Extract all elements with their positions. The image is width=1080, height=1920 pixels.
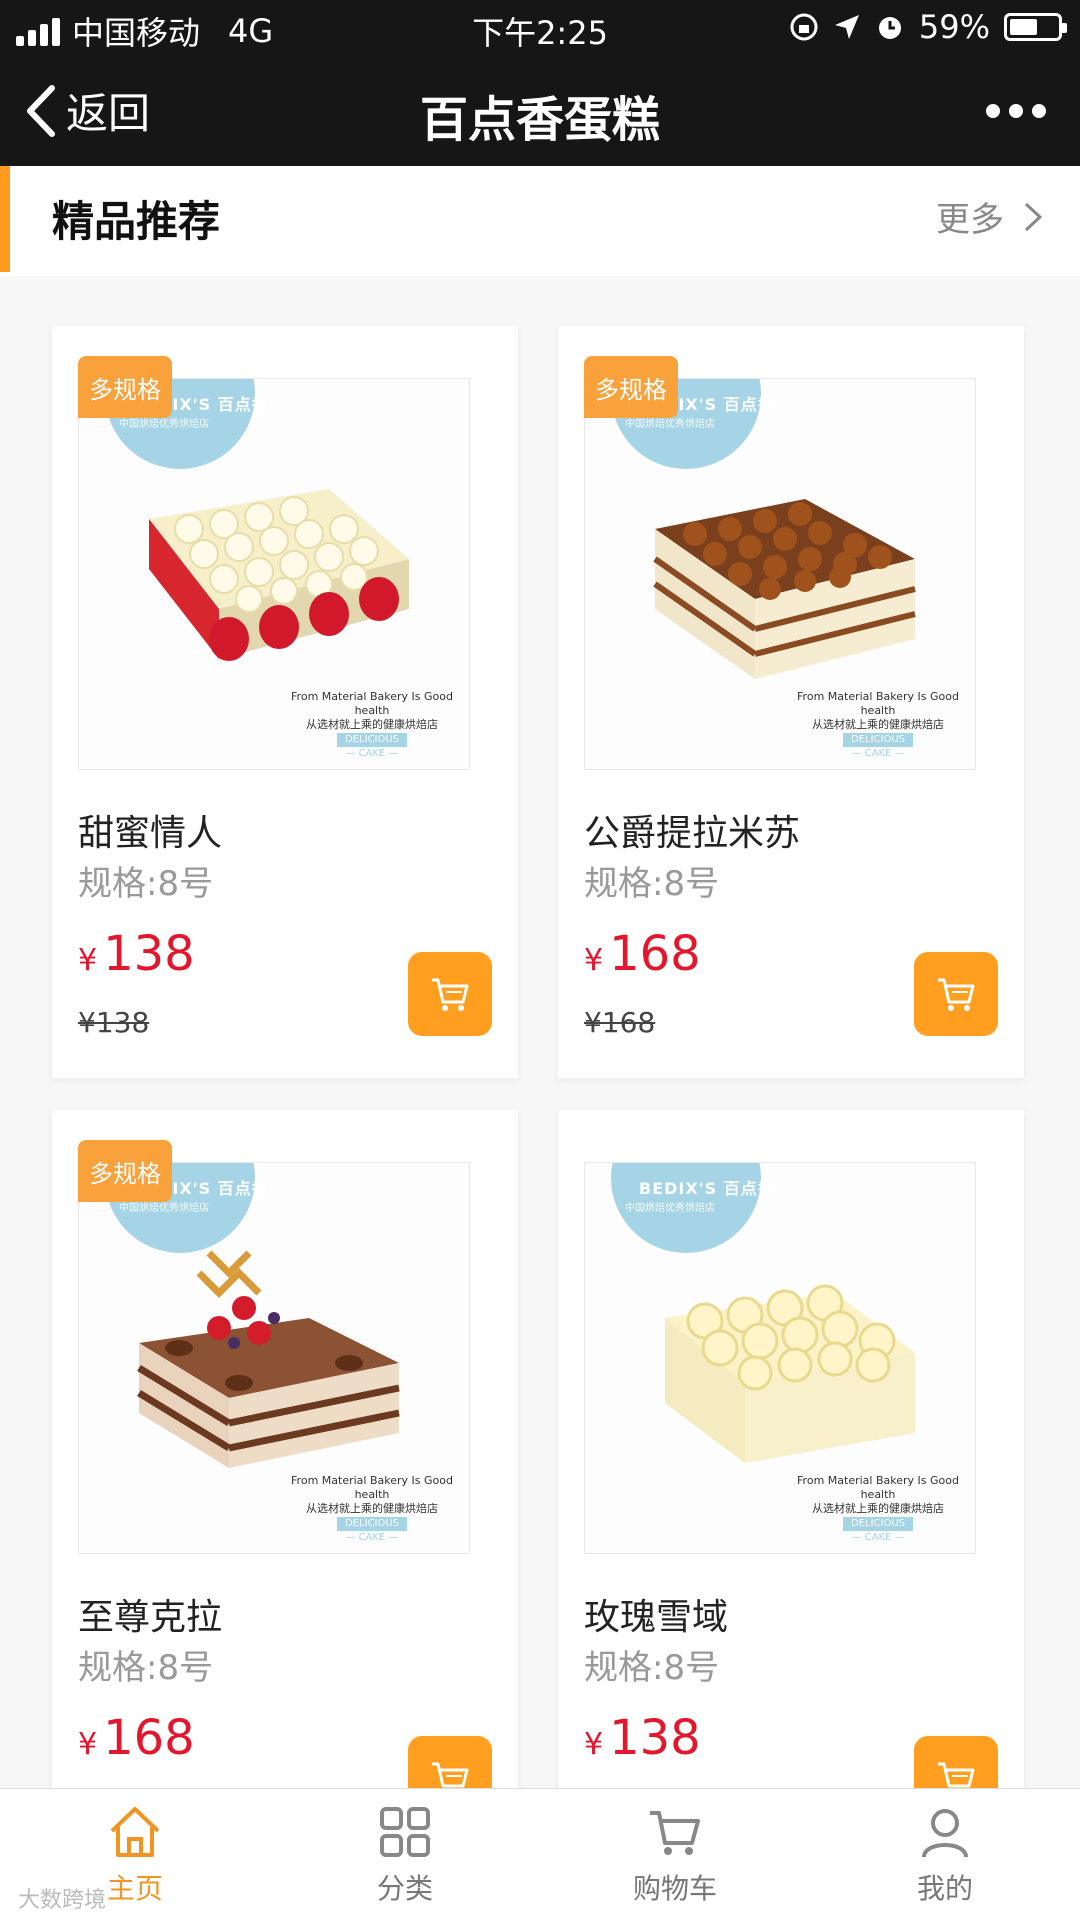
- caption-cake: — CAKE —: [851, 748, 905, 759]
- image-caption: From Material Bakery Is Good health 从选材就…: [283, 690, 461, 761]
- currency-symbol: ¥: [78, 943, 98, 978]
- chevron-right-icon: [1024, 202, 1043, 231]
- caption-en: From Material Bakery Is Good health: [291, 1474, 453, 1501]
- product-image[interactable]: BEDIX'S 百点香 中国烘焙优秀烘焙店 From Material Bake…: [584, 1162, 976, 1554]
- battery-percent: 59%: [918, 8, 990, 46]
- product-spec: 规格:8号: [584, 1648, 720, 1688]
- image-caption: From Material Bakery Is Good health 从选材就…: [789, 690, 967, 761]
- multi-spec-badge: 多规格: [78, 1140, 172, 1202]
- section-title: 精品推荐: [52, 197, 221, 246]
- caption-cn: 从选材就上乘的健康烘焙店: [812, 718, 944, 731]
- price-value: 138: [103, 926, 195, 982]
- add-to-cart-button[interactable]: [914, 952, 998, 1036]
- status-bar: 中国移动 4G 下午2:25 59%: [0, 0, 1080, 56]
- rotation-lock-icon: [790, 13, 818, 41]
- product-name[interactable]: 玫瑰雪域: [584, 1588, 728, 1640]
- caption-tag: DELICIOUS: [842, 1517, 913, 1531]
- product-card[interactable]: BEDIX'S 百点香 中国烘焙优秀烘焙店 From Material Bake…: [558, 1110, 1024, 1862]
- caption-cn: 从选材就上乘的健康烘焙店: [812, 1502, 944, 1515]
- product-grid: 多规格 BEDIX'S 百点香 中国烘焙优秀烘焙店 From Material …: [0, 276, 1080, 1862]
- nav-bar: 返回 百点香蛋糕: [0, 56, 1080, 166]
- alarm-icon: [878, 17, 901, 39]
- tab-label: 购物车: [632, 1872, 717, 1905]
- caption-en: From Material Bakery Is Good health: [797, 690, 959, 717]
- product-name[interactable]: 甜蜜情人: [78, 804, 222, 856]
- image-caption: From Material Bakery Is Good health 从选材就…: [789, 1474, 967, 1545]
- cart-icon: [650, 1811, 700, 1855]
- multi-spec-badge: 多规格: [584, 356, 678, 418]
- caption-cn: 从选材就上乘的健康烘焙店: [306, 718, 438, 731]
- price-value: 138: [609, 1710, 701, 1766]
- add-to-cart-button[interactable]: [408, 952, 492, 1036]
- tab-label: 分类: [376, 1872, 433, 1905]
- more-link[interactable]: 更多: [936, 192, 1044, 241]
- caption-tag: DELICIOUS: [336, 1517, 407, 1531]
- original-price: ¥168: [584, 1006, 656, 1039]
- caption-en: From Material Bakery Is Good health: [291, 690, 453, 717]
- user-icon: [922, 1809, 968, 1858]
- caption-cake: — CAKE —: [345, 748, 399, 759]
- more-label: 更多: [936, 200, 1004, 240]
- price-value: 168: [103, 1710, 195, 1766]
- caption-en: From Material Bakery Is Good health: [797, 1474, 959, 1501]
- product-card[interactable]: 多规格 BEDIX'S 百点香 中国烘焙优秀烘焙店 From Material …: [52, 1110, 518, 1862]
- cake-illustration: [653, 499, 916, 679]
- product-price: ¥ 138: [78, 926, 195, 982]
- multi-spec-badge: 多规格: [78, 356, 172, 418]
- home-icon: [110, 1807, 160, 1857]
- tab-profile[interactable]: 我的: [810, 1789, 1080, 1920]
- tab-category[interactable]: 分类: [270, 1789, 540, 1920]
- top-bar: 中国移动 4G 下午2:25 59% 返回 百点香蛋糕: [0, 0, 1080, 166]
- product-name[interactable]: 公爵提拉米苏: [584, 804, 800, 856]
- bottom-tab-bar: 主页 分类 购物车 我的: [0, 1788, 1080, 1920]
- currency-symbol: ¥: [584, 1727, 604, 1762]
- battery-icon: [1004, 13, 1067, 41]
- caption-tag: DELICIOUS: [842, 733, 913, 747]
- caption-cake: — CAKE —: [345, 1532, 399, 1543]
- product-image[interactable]: BEDIX'S 百点香 中国烘焙优秀烘焙店 From Material Bake…: [584, 378, 976, 770]
- tab-label: 我的: [916, 1872, 973, 1905]
- section-header: 精品推荐 更多: [0, 166, 1080, 276]
- product-spec: 规格:8号: [584, 864, 720, 904]
- cart-icon: [432, 978, 469, 1011]
- original-price: ¥138: [78, 1006, 150, 1039]
- product-spec: 规格:8号: [78, 864, 214, 904]
- status-right: 59%: [789, 8, 1067, 46]
- section-accent-bar: [0, 166, 10, 272]
- watermark-text: 大数跨境: [18, 1888, 107, 1913]
- caption-cake: — CAKE —: [851, 1532, 905, 1543]
- product-card[interactable]: 多规格 BEDIX'S 百点香 中国烘焙优秀烘焙店 From Material …: [558, 326, 1024, 1078]
- caption-tag: DELICIOUS: [336, 733, 407, 747]
- page-title: 百点香蛋糕: [419, 92, 660, 148]
- cake-illustration: [665, 1284, 915, 1463]
- price-value: 168: [609, 926, 701, 982]
- battery-fill: [1010, 19, 1037, 35]
- cake-illustration: [137, 1250, 400, 1468]
- brand-subtext: 中国烘焙优秀烘焙店: [625, 1203, 715, 1214]
- product-price: ¥ 168: [584, 926, 701, 982]
- product-spec: 规格:8号: [78, 1648, 214, 1688]
- tab-cart[interactable]: 购物车: [540, 1789, 810, 1920]
- caption-cn: 从选材就上乘的健康烘焙店: [306, 1502, 438, 1515]
- product-name[interactable]: 至尊克拉: [78, 1588, 222, 1640]
- brand-text: BEDIX'S 百点香: [639, 1179, 775, 1198]
- product-price: ¥ 168: [78, 1710, 195, 1766]
- location-icon: [834, 15, 859, 39]
- product-image[interactable]: BEDIX'S 百点香 中国烘焙优秀烘焙店 From Material Bake…: [78, 1162, 470, 1554]
- product-card[interactable]: 多规格 BEDIX'S 百点香 中国烘焙优秀烘焙店 From Material …: [52, 326, 518, 1078]
- product-price: ¥ 138: [584, 1710, 701, 1766]
- product-image[interactable]: BEDIX'S 百点香 中国烘焙优秀烘焙店 From Material Bake…: [78, 378, 470, 770]
- tab-label: 主页: [106, 1872, 163, 1905]
- more-options-button[interactable]: [986, 96, 1046, 126]
- grid-icon: [380, 1807, 430, 1857]
- currency-symbol: ¥: [584, 943, 604, 978]
- cake-illustration: [149, 489, 409, 661]
- image-caption: From Material Bakery Is Good health 从选材就…: [283, 1474, 461, 1545]
- cart-icon: [938, 978, 975, 1011]
- currency-symbol: ¥: [78, 1727, 98, 1762]
